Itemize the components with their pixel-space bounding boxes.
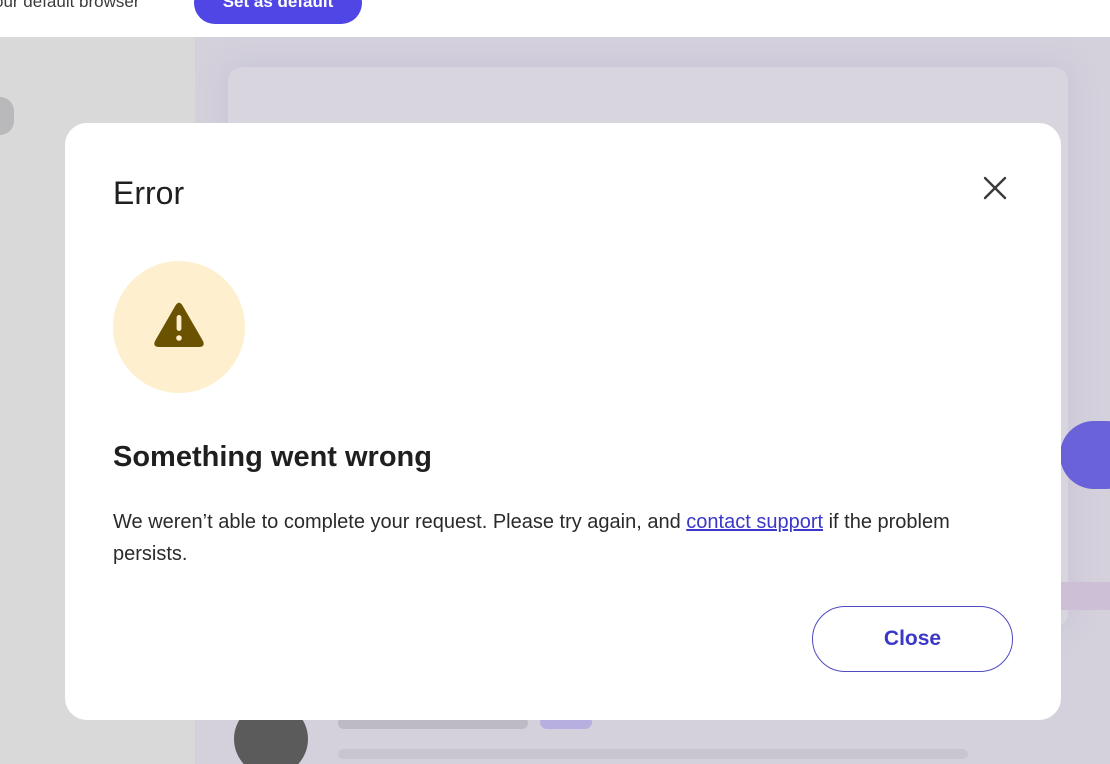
error-message: We weren’t able to complete your request… — [113, 506, 1013, 570]
warning-badge — [113, 261, 245, 393]
error-dialog: Error Something went wrong We weren’t ab… — [65, 123, 1061, 720]
contact-support-link[interactable]: contact support — [686, 511, 823, 533]
background-text-line — [338, 749, 968, 759]
warning-triangle-icon — [153, 301, 205, 354]
close-icon — [977, 171, 1013, 207]
background-strip — [1060, 582, 1110, 610]
set-as-default-button[interactable]: Set as default — [194, 0, 362, 24]
error-heading: Something went wrong — [113, 441, 432, 473]
dialog-close-button[interactable] — [977, 171, 1013, 207]
default-browser-text: our default browser — [0, 0, 140, 11]
error-message-text: We weren’t able to complete your request… — [113, 511, 687, 533]
close-button[interactable]: Close — [812, 606, 1013, 672]
dialog-title: Error — [113, 175, 185, 211]
default-browser-banner: our default browser Set as default — [0, 0, 1110, 37]
